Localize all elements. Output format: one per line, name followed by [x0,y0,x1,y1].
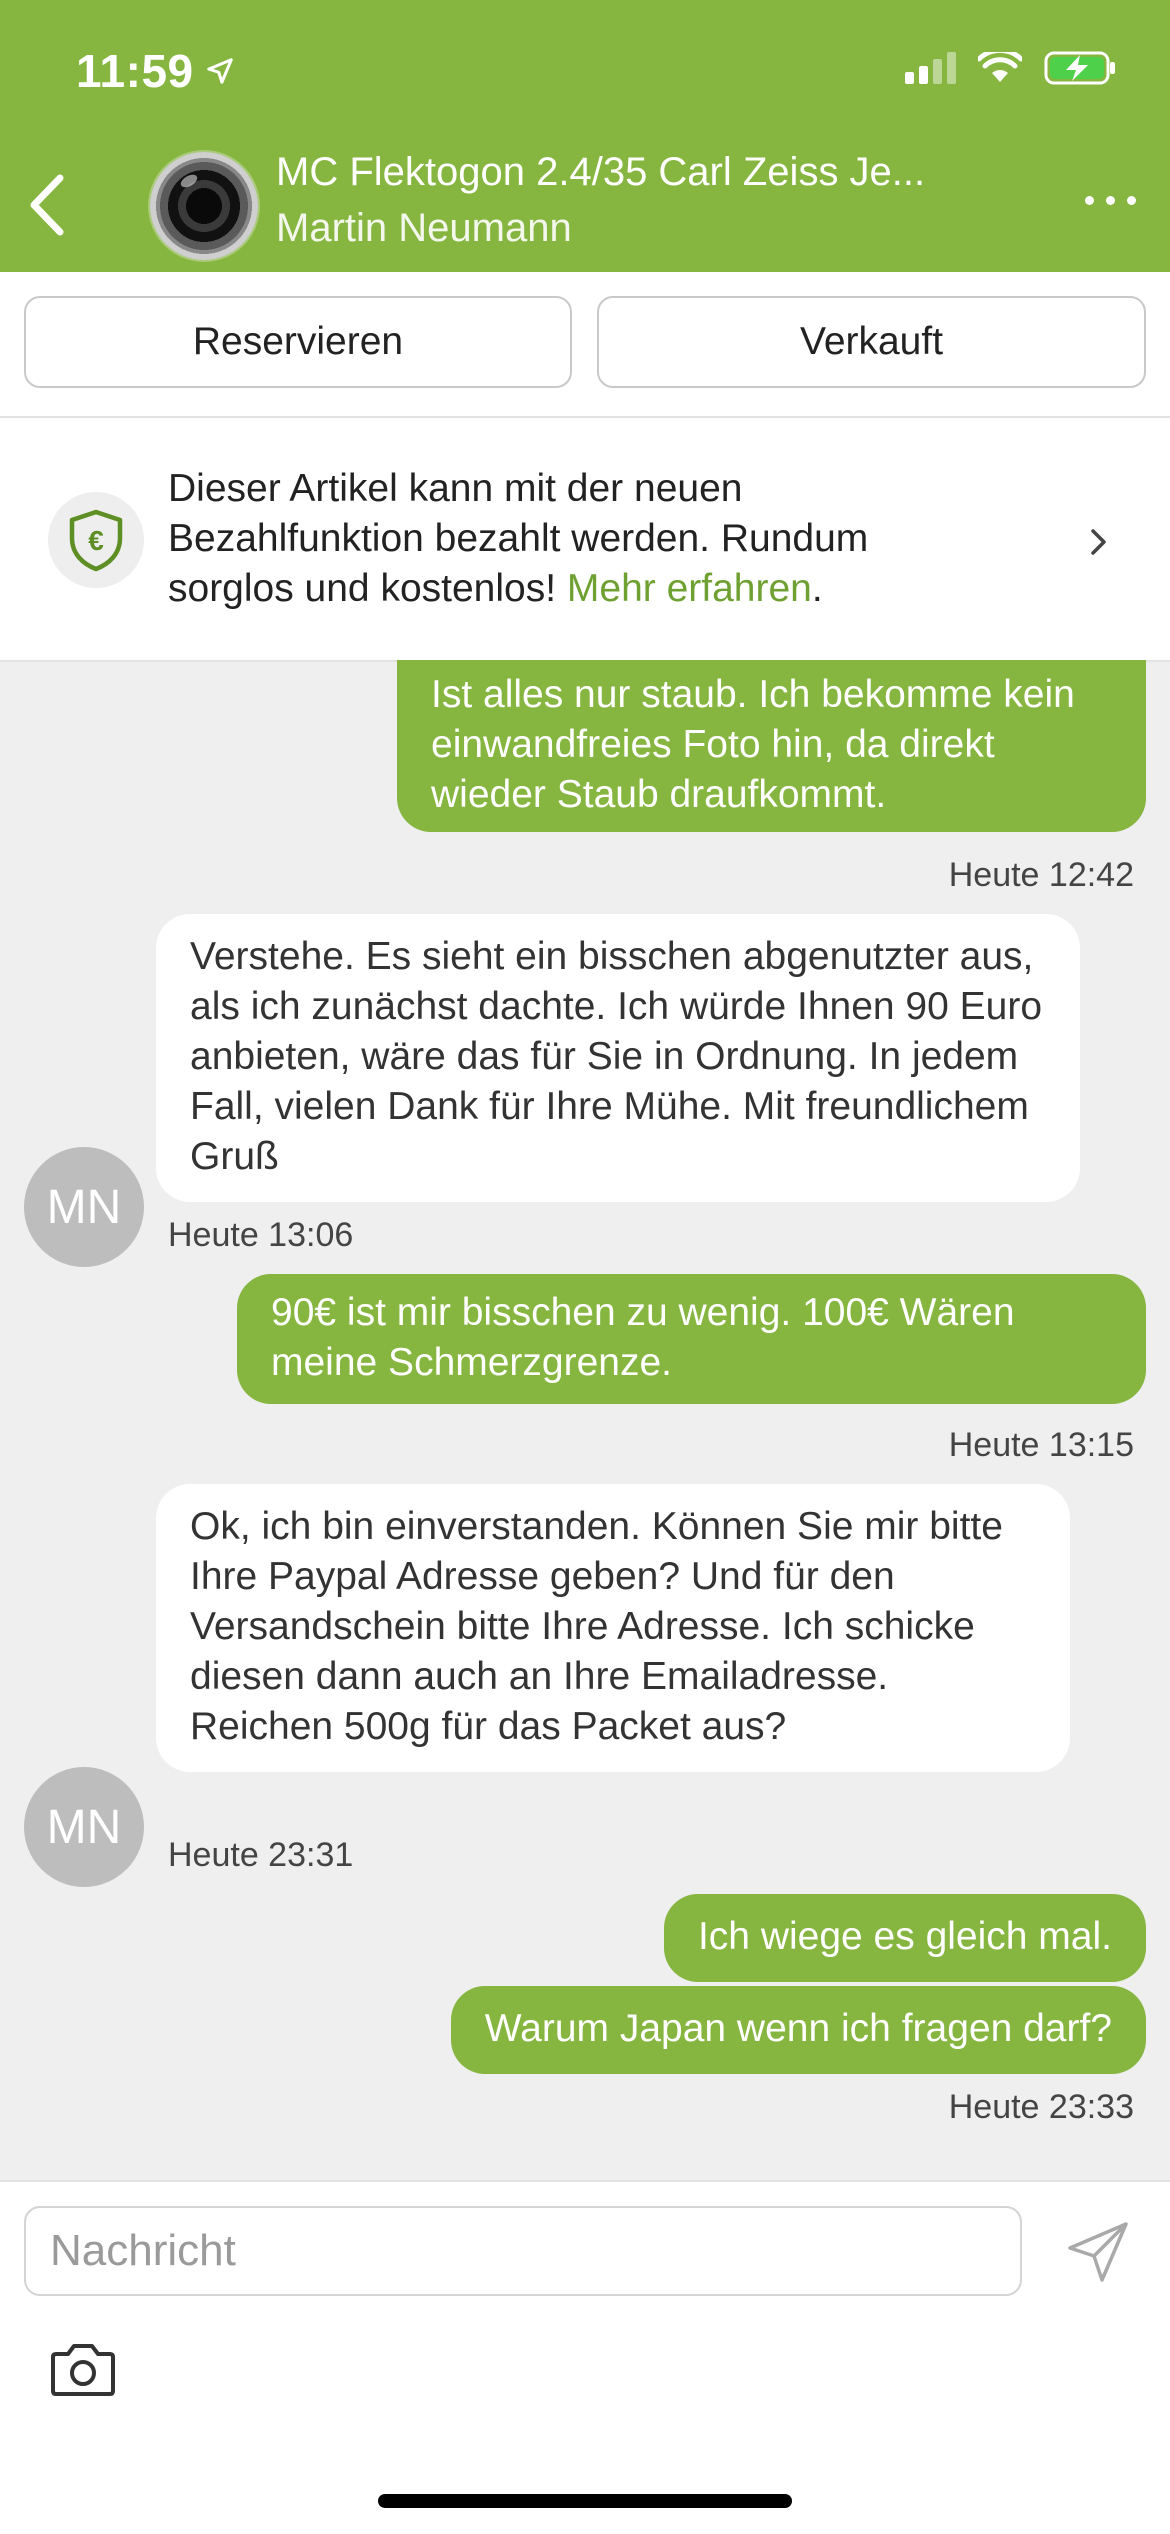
outgoing-message[interactable]: Warum Japan wenn ich fragen darf? [450,1986,1146,2074]
battery-charging-icon [1044,51,1115,85]
avatar: MN [24,1147,144,1267]
chat-title[interactable]: MC Flektogon 2.4/35 Carl Zeiss Je... [276,150,925,195]
action-row: Reservieren Verkauft [0,272,1170,418]
learn-more-link[interactable]: Mehr erfahren [567,567,812,610]
euro-shield-icon: € [48,492,144,588]
home-indicator [378,2494,792,2508]
item-thumbnail[interactable] [150,152,258,260]
message-timestamp: Heute 13:06 [168,1216,354,1254]
message-timestamp: Heute 12:42 [948,856,1134,894]
signal-icon [905,52,956,84]
outgoing-message[interactable]: Ist alles nur staub. Ich bekomme kein ei… [397,660,1146,832]
back-chevron-icon[interactable] [18,170,78,240]
composer [0,2180,1170,2534]
status-time: 11:59 [76,45,194,97]
payment-info-banner[interactable]: € Dieser Artikel kann mit der neuen Beza… [0,418,1170,662]
wifi-icon [978,52,1022,82]
svg-text:€: € [88,525,104,556]
avatar: MN [24,1767,144,1887]
chevron-right-icon [1091,529,1106,555]
camera-icon[interactable] [50,2340,116,2398]
location-arrow-icon [207,58,233,84]
message-timestamp: Heute 23:33 [948,2088,1134,2126]
reserve-button[interactable]: Reservieren [24,296,572,388]
outgoing-message[interactable]: 90€ ist mir bisschen zu wenig. 100€ Wäre… [237,1274,1146,1404]
incoming-message[interactable]: Ok, ich bin einverstanden. Können Sie mi… [156,1484,1070,1772]
more-dots-icon[interactable] [1085,196,1136,205]
sold-button[interactable]: Verkauft [597,296,1146,388]
status-icons [905,50,1118,86]
outgoing-message[interactable]: Ich wiege es gleich mal. [663,1894,1146,1982]
incoming-message[interactable]: Verstehe. Es sieht ein bisschen abgenutz… [156,914,1080,1202]
chat-partner-name[interactable]: Martin Neumann [276,206,572,251]
message-input[interactable] [24,2206,1022,2296]
send-icon[interactable] [1066,2218,1132,2284]
chat-header: 11:59 MC Flektogon 2.4/35 Carl Zeiss Je.… [0,0,1170,272]
message-timestamp: Heute 13:15 [948,1426,1134,1464]
payment-info-text: Dieser Artikel kann mit der neuen Bezahl… [168,467,869,610]
message-timestamp: Heute 23:31 [168,1836,354,1874]
